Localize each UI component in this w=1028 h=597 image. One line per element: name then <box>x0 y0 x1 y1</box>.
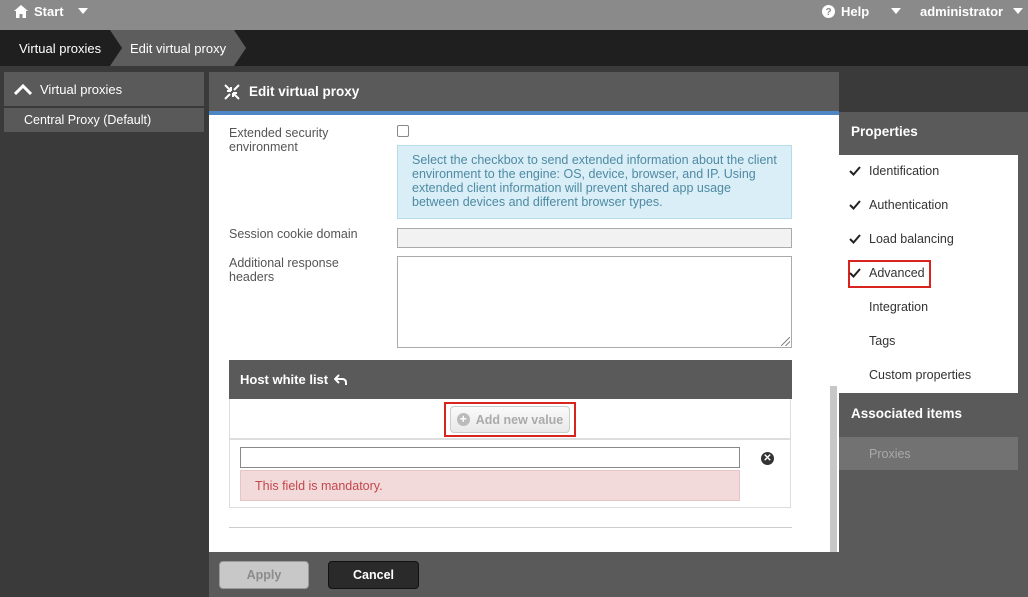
top-bar: Start ? Help administrator <box>0 0 1028 30</box>
additional-headers-label: Additional response headers <box>229 256 339 284</box>
chevron-up-icon <box>14 83 32 95</box>
add-new-value-label: Add new value <box>475 412 564 427</box>
undo-icon[interactable] <box>334 373 348 386</box>
scrollbar[interactable] <box>830 386 837 552</box>
start-menu[interactable]: Start <box>14 2 88 20</box>
add-new-value-button[interactable]: + Add new value <box>450 406 570 433</box>
session-cookie-label: Session cookie domain <box>229 227 358 241</box>
property-item-advanced[interactable]: Advanced <box>869 266 925 280</box>
plus-icon: + <box>456 413 470 426</box>
home-icon <box>14 4 28 18</box>
svg-text:?: ? <box>825 7 831 18</box>
left-panel-item-central-proxy[interactable]: Central Proxy (Default) <box>4 108 204 132</box>
extended-security-info: Select the checkbox to send extended inf… <box>397 145 792 219</box>
start-label: Start <box>34 3 64 19</box>
resize-handle[interactable] <box>781 337 790 346</box>
breadcrumb-item-edit-virtual-proxy[interactable]: Edit virtual proxy <box>110 30 246 66</box>
virtual-proxy-icon <box>224 83 240 100</box>
check-icon <box>849 268 861 278</box>
user-menu[interactable]: administrator <box>891 2 1024 20</box>
chevron-down-icon <box>77 8 88 14</box>
apply-button[interactable]: Apply <box>219 561 309 589</box>
properties-title: Properties <box>851 124 918 139</box>
property-item-identification[interactable]: Identification <box>869 164 939 178</box>
user-label: administrator <box>920 3 1004 19</box>
left-panel <box>0 66 208 597</box>
breadcrumb-item-virtual-proxies[interactable]: Virtual proxies <box>0 30 110 66</box>
main-header: Edit virtual proxy <box>209 72 839 111</box>
host-white-list-input[interactable] <box>240 447 740 468</box>
property-item-load-balancing[interactable]: Load balancing <box>869 232 954 246</box>
validation-error: This field is mandatory. <box>240 470 740 501</box>
help-label: Help <box>841 3 870 19</box>
property-item-custom-properties[interactable]: Custom properties <box>869 368 971 382</box>
check-icon <box>849 166 861 176</box>
property-item-tags[interactable]: Tags <box>869 334 895 348</box>
additional-headers-textarea[interactable] <box>397 256 792 348</box>
chevron-down-icon <box>891 8 901 14</box>
cancel-button[interactable]: Cancel <box>328 561 419 589</box>
remove-value-icon[interactable]: ✕ <box>761 452 774 465</box>
check-icon <box>849 234 861 244</box>
property-item-authentication[interactable]: Authentication <box>869 198 948 212</box>
property-item-integration[interactable]: Integration <box>869 300 928 314</box>
extended-security-checkbox[interactable] <box>397 125 409 137</box>
session-cookie-input[interactable] <box>397 228 792 248</box>
help-button[interactable]: ? Help <box>822 2 869 20</box>
associated-item-proxies[interactable]: Proxies <box>839 437 1018 470</box>
left-panel-header[interactable]: Virtual proxies <box>4 72 204 106</box>
left-panel-title: Virtual proxies <box>40 81 123 97</box>
host-white-list-title: Host white list <box>240 372 329 387</box>
section-divider <box>229 527 792 528</box>
chevron-down-icon <box>1013 8 1024 14</box>
check-icon <box>849 200 861 210</box>
extended-security-label: Extended security environment <box>229 126 329 154</box>
associated-items-title: Associated items <box>851 406 963 421</box>
help-icon: ? <box>822 4 835 18</box>
host-white-list-header: Host white list <box>229 360 792 399</box>
page-title: Edit virtual proxy <box>249 84 360 99</box>
